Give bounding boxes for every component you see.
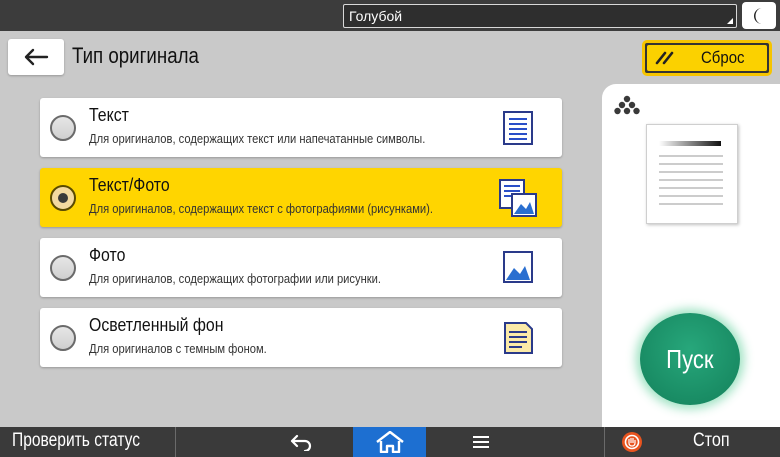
light-background-document-icon [504, 322, 533, 354]
top-status-bar: Голубой [0, 0, 780, 31]
arrow-left-icon [24, 48, 49, 66]
reset-button[interactable]: Сброс [642, 40, 772, 76]
radio-button[interactable] [50, 325, 76, 351]
option-light-background[interactable]: Осветленный фон Для оригиналов с темным … [40, 308, 562, 367]
radio-button-selected[interactable] [50, 185, 76, 211]
home-icon [375, 431, 404, 453]
radio-button[interactable] [50, 115, 76, 141]
radio-button[interactable] [50, 255, 76, 281]
stop-hand-icon [622, 432, 642, 452]
text-photo-document-icon [499, 179, 537, 217]
back-button[interactable] [8, 39, 64, 75]
page-preview-icon [659, 141, 723, 205]
nav-back-button[interactable] [278, 427, 324, 457]
double-slash-icon [655, 51, 674, 65]
option-description: Для оригиналов, содержащих текст или нап… [89, 131, 426, 146]
menu-button[interactable] [458, 427, 504, 457]
option-photo[interactable]: Фото Для оригиналов, содержащих фотограф… [40, 238, 562, 297]
user-select-dropdown[interactable]: Голубой [343, 4, 737, 28]
energy-saver-button[interactable] [742, 2, 776, 29]
bottom-bar: Проверить статус Стоп [0, 427, 780, 457]
check-status-button[interactable]: Проверить статус [0, 427, 176, 457]
home-button[interactable] [353, 427, 426, 457]
return-arrow-icon [290, 434, 312, 451]
start-label: Пуск [666, 343, 714, 374]
option-text[interactable]: Текст Для оригиналов, содержащих текст и… [40, 98, 562, 157]
text-document-icon [503, 111, 533, 145]
option-description: Для оригиналов, содержащих текст с фотог… [89, 201, 433, 216]
start-button[interactable]: Пуск [640, 313, 740, 405]
dropdown-corner-icon [727, 18, 733, 24]
reset-label: Сброс [701, 48, 745, 67]
option-title: Текст/Фото [89, 175, 170, 195]
stop-button[interactable]: Стоп [604, 427, 780, 457]
menu-icon [473, 436, 489, 448]
toner-dots-icon [614, 95, 640, 115]
moon-icon [754, 7, 762, 24]
page-title: Тип оригинала [72, 43, 199, 68]
user-select-value: Голубой [349, 8, 403, 24]
option-title: Фото [89, 245, 126, 265]
check-status-label: Проверить статус [12, 430, 141, 451]
option-description: Для оригиналов, содержащих фотографии ил… [89, 271, 382, 286]
option-text-photo[interactable]: Текст/Фото Для оригиналов, содержащих те… [40, 168, 562, 227]
option-title: Осветленный фон [89, 315, 224, 335]
stop-label: Стоп [693, 430, 730, 451]
photo-icon [503, 251, 533, 283]
option-description: Для оригиналов с темным фоном. [89, 341, 267, 356]
page-preview-thumbnail [646, 124, 738, 224]
option-title: Текст [89, 105, 129, 125]
